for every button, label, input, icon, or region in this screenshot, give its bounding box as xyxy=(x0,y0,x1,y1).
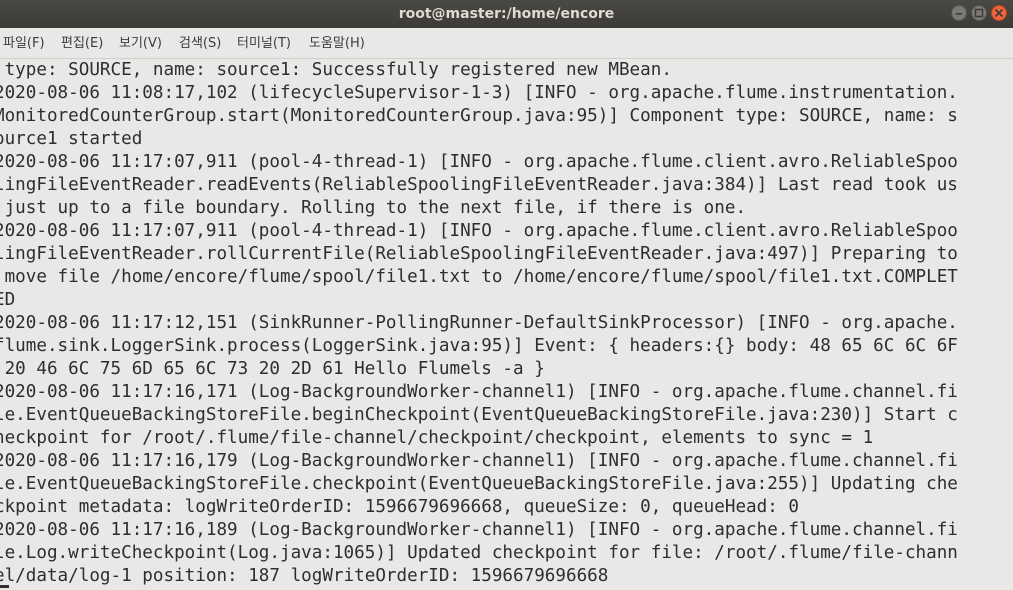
terminal-line: ckpoint metadata: logWriteOrderID: 15966… xyxy=(0,497,800,517)
terminal-line: el/data/log-1 position: 187 logWriteOrde… xyxy=(0,566,609,586)
terminal-window: root@master:/home/encore 파일(F) 편집(E) 보기(… xyxy=(0,0,1013,590)
terminal-line: 2020-08-06 11:17:07,911 (pool-4-thread-1… xyxy=(0,221,958,241)
minimize-icon xyxy=(956,13,962,15)
title-bar[interactable]: root@master:/home/encore xyxy=(0,0,1013,28)
terminal-line: 2020-08-06 11:17:07,911 (pool-4-thread-1… xyxy=(0,152,958,172)
terminal-line: le.EventQueueBackingStoreFile.beginCheck… xyxy=(0,405,958,425)
menu-edit[interactable]: 편집(E) xyxy=(61,36,103,52)
maximize-icon xyxy=(974,8,984,18)
terminal-output[interactable]: type: SOURCE, name: source1: Successfull… xyxy=(0,59,1013,590)
terminal-line: 2020-08-06 11:08:17,102 (lifecycleSuperv… xyxy=(0,83,958,103)
terminal-line: MonitoredCounterGroup.start(MonitoredCou… xyxy=(0,106,958,126)
menu-help[interactable]: 도움말(H) xyxy=(309,36,365,52)
close-icon xyxy=(995,9,1003,17)
terminal-line: 2020-08-06 11:17:16,189 (Log-BackgroundW… xyxy=(0,520,958,540)
terminal-line: le.Log.writeCheckpoint(Log.java:1065)] U… xyxy=(0,543,958,563)
terminal-line: 20 46 6C 75 6D 65 6C 73 20 2D 61 Hello F… xyxy=(0,359,545,379)
minimize-button[interactable] xyxy=(951,5,967,21)
terminal-line: lingFileEventReader.rollCurrentFile(Reli… xyxy=(0,244,958,264)
terminal-line: just up to a file boundary. Rolling to t… xyxy=(0,198,747,218)
window-title: root@master:/home/encore xyxy=(398,6,615,22)
menu-terminal[interactable]: 터미널(T) xyxy=(237,36,291,52)
terminal-line: heckpoint for /root/.flume/file-channel/… xyxy=(0,428,874,448)
menu-view[interactable]: 보기(V) xyxy=(119,36,162,52)
terminal-line: type: SOURCE, name: source1: Successfull… xyxy=(0,60,672,80)
terminal-line: le.EventQueueBackingStoreFile.checkpoint… xyxy=(0,474,958,494)
menu-search[interactable]: 검색(S) xyxy=(179,36,221,52)
terminal-line: 2020-08-06 11:17:16,171 (Log-BackgroundW… xyxy=(0,382,958,402)
terminal-line: move file /home/encore/flume/spool/file1… xyxy=(0,267,958,287)
close-button[interactable] xyxy=(991,5,1007,21)
terminal-line: ED xyxy=(0,290,16,310)
maximize-button[interactable] xyxy=(971,5,987,21)
terminal-line: ource1 started xyxy=(0,129,143,149)
terminal-line: 2020-08-06 11:17:16,179 (Log-BackgroundW… xyxy=(0,451,958,471)
menu-bar: 파일(F) 편집(E) 보기(V) 검색(S) 터미널(T) 도움말(H) xyxy=(0,28,1013,59)
terminal-line: 2020-08-06 11:17:12,151 (SinkRunner-Poll… xyxy=(0,313,958,333)
menu-file[interactable]: 파일(F) xyxy=(3,36,45,52)
terminal-line: lingFileEventReader.readEvents(ReliableS… xyxy=(0,175,958,195)
terminal-line: flume.sink.LoggerSink.process(LoggerSink… xyxy=(0,336,958,356)
